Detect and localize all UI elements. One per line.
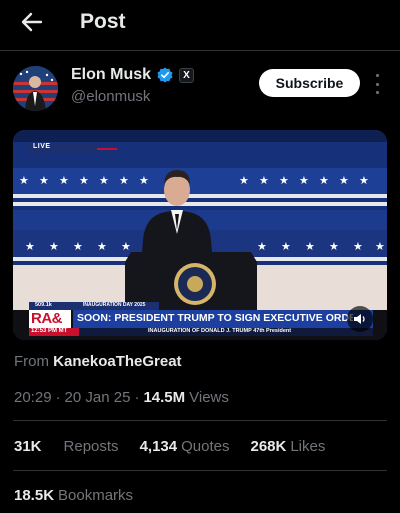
bookmarks-label: Bookmarks	[58, 487, 134, 504]
page-title: Post	[80, 10, 126, 33]
meta-separator: ·	[55, 389, 61, 406]
quotes-label: Quotes	[181, 438, 230, 455]
views-label: Views	[189, 389, 229, 406]
chyron-headline: SOON: PRESIDENT TRUMP TO SIGN EXECUTIVE …	[77, 312, 353, 324]
back-arrow-icon[interactable]	[18, 10, 46, 34]
svg-text:★: ★	[329, 240, 339, 253]
post-date[interactable]: 20 Jan 25	[65, 389, 131, 406]
author-row: Elon Musk X @elonmusk Subscribe	[13, 64, 388, 112]
author-name[interactable]: Elon Musk	[71, 66, 151, 84]
svg-text:★: ★	[25, 240, 35, 253]
svg-text:★: ★	[375, 240, 385, 253]
svg-text:★: ★	[257, 240, 267, 253]
source-account-link[interactable]: KanekoaTheGreat	[53, 353, 181, 370]
news-chyron: 509.1k INAUGURATION DAY 2025 RA& SOON: P…	[13, 302, 387, 340]
svg-text:★: ★	[119, 174, 129, 187]
volume-icon[interactable]	[347, 306, 373, 332]
from-label: From	[14, 353, 49, 370]
likes-label: Likes	[290, 438, 326, 455]
likes-stat[interactable]: 268K Likes	[250, 438, 325, 455]
name-row: Elon Musk X	[71, 66, 195, 84]
svg-text:★: ★	[39, 174, 49, 187]
svg-text:★: ★	[49, 240, 59, 253]
avatar[interactable]	[13, 66, 58, 111]
svg-text:★: ★	[359, 174, 369, 187]
chyron-ticker: INAUGURATION OF DONALD J. TRUMP 47th Pre…	[148, 328, 292, 334]
svg-text:★: ★	[73, 240, 83, 253]
reposts-label: Reposts	[63, 438, 119, 455]
views-count: 14.5M	[143, 389, 186, 406]
svg-text:★: ★	[121, 240, 131, 253]
svg-text:★: ★	[281, 240, 291, 253]
top-bar: Post	[0, 0, 400, 48]
divider	[13, 420, 387, 421]
post-time[interactable]: 20:29	[14, 389, 52, 406]
svg-text:★: ★	[79, 174, 89, 187]
chyron-viewers: 509.1k	[35, 302, 52, 308]
bookmarks-count: 18.5K	[14, 487, 55, 504]
svg-text:★: ★	[97, 240, 107, 253]
engagement-stats: 31K Reposts 4,134 Quotes 268K Likes	[14, 438, 346, 455]
reposts-count: 31K	[14, 438, 42, 455]
reposts-stat[interactable]: 31K Reposts	[14, 438, 119, 455]
x-affiliation-icon: X	[179, 67, 195, 83]
quotes-count: 4,134	[139, 438, 178, 455]
subscribe-button[interactable]: Subscribe	[259, 69, 360, 97]
author-handle[interactable]: @elonmusk	[71, 88, 150, 105]
live-label: LIVE	[33, 143, 51, 150]
chyron-subtitle: INAUGURATION DAY 2025	[83, 302, 146, 308]
svg-text:★: ★	[339, 174, 349, 187]
verified-badge-icon	[157, 67, 173, 83]
post-meta: 20:29 · 20 Jan 25 · 14.5M Views	[14, 389, 229, 406]
svg-text:★: ★	[19, 174, 29, 187]
network-logo: RA&	[31, 310, 63, 327]
svg-text:★: ★	[59, 174, 69, 187]
svg-text:★: ★	[279, 174, 289, 187]
more-options-icon[interactable]	[370, 74, 384, 94]
svg-text:★: ★	[239, 174, 249, 187]
divider	[0, 50, 400, 51]
likes-count: 268K	[250, 438, 287, 455]
svg-text:★: ★	[319, 174, 329, 187]
video-player[interactable]: ★ ★ ★ ★ ★ ★ ★ ★ ★ ★ ★ ★ ★ ★ ★ ★ ★ ★ ★ ★ …	[13, 130, 387, 340]
bookmarks-stat[interactable]: 18.5K Bookmarks	[14, 487, 133, 504]
svg-text:★: ★	[353, 240, 363, 253]
svg-text:★: ★	[99, 174, 109, 187]
meta-separator: ·	[134, 389, 140, 406]
svg-text:★: ★	[305, 240, 315, 253]
source-attribution: From KanekoaTheGreat	[14, 353, 182, 370]
quotes-stat[interactable]: 4,134 Quotes	[140, 438, 230, 455]
svg-text:★: ★	[259, 174, 269, 187]
svg-text:★: ★	[139, 174, 149, 187]
chyron-time: 12:53 PM MT	[31, 328, 68, 334]
divider	[13, 470, 387, 471]
svg-text:★: ★	[299, 174, 309, 187]
